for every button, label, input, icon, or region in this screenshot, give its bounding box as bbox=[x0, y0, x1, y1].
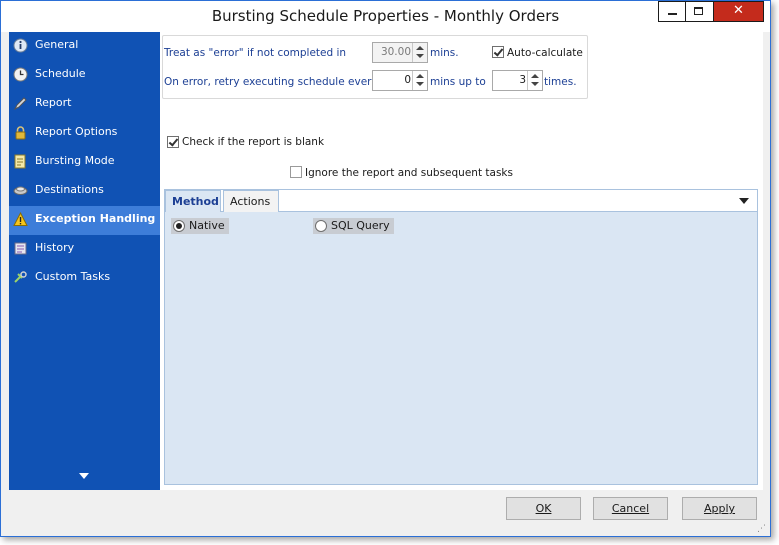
ok-button[interactable]: OK bbox=[506, 497, 581, 520]
sidebar-item-label: Report Options bbox=[35, 125, 118, 138]
arrow-down-icon bbox=[416, 82, 424, 86]
blank-check-label: Check if the report is blank bbox=[182, 136, 325, 148]
native-radio[interactable] bbox=[173, 220, 185, 232]
arrow-up-icon bbox=[416, 74, 424, 78]
auto-calculate-checkbox[interactable] bbox=[492, 46, 504, 58]
ignore-report-checkbox[interactable] bbox=[290, 166, 302, 178]
timeout-stepper[interactable]: 30.00 bbox=[372, 42, 428, 63]
sidebar-item-label: Report bbox=[35, 96, 72, 109]
arrow-down-icon bbox=[416, 54, 424, 58]
button-bar: OK Cancel Apply ⋰ bbox=[1, 490, 770, 536]
stepper-arrows[interactable] bbox=[527, 71, 542, 90]
timeout-value: 30.00 bbox=[380, 46, 411, 58]
retry-unit: mins up to bbox=[430, 76, 486, 88]
auto-calculate-label: Auto-calculate bbox=[507, 47, 583, 59]
sidebar-item-bursting-mode[interactable]: Bursting Mode bbox=[9, 148, 160, 177]
close-button[interactable]: ✕ bbox=[714, 1, 764, 22]
cancel-button[interactable]: Cancel bbox=[593, 497, 668, 520]
retry-interval-stepper[interactable]: 0 bbox=[372, 70, 428, 91]
sidebar-item-history[interactable]: History bbox=[9, 235, 160, 264]
arrow-up-icon bbox=[416, 46, 424, 50]
retry-interval-value: 0 bbox=[404, 74, 411, 86]
sidebar-item-general[interactable]: General bbox=[9, 32, 160, 61]
scroll-down-icon[interactable] bbox=[79, 473, 89, 479]
tab-panel: Method Actions Native SQL Query bbox=[164, 189, 758, 485]
tab-actions[interactable]: Actions bbox=[223, 190, 279, 212]
sidebar-item-label: Schedule bbox=[35, 67, 86, 80]
clock-icon bbox=[13, 67, 28, 82]
warning-icon bbox=[13, 212, 28, 226]
title-bar: Bursting Schedule Properties - Monthly O… bbox=[1, 1, 770, 32]
sidebar-item-label: Bursting Mode bbox=[35, 154, 115, 167]
minimize-button[interactable] bbox=[658, 1, 686, 22]
resize-grip-icon[interactable]: ⋰ bbox=[757, 524, 766, 534]
info-icon bbox=[13, 38, 28, 53]
exception-handling-panel: Treat as "error" if not completed in 30.… bbox=[160, 32, 763, 490]
maximize-button[interactable] bbox=[686, 1, 714, 22]
dropdown-arrow-icon[interactable] bbox=[739, 198, 749, 204]
maximize-icon bbox=[694, 7, 703, 15]
arrow-up-icon bbox=[531, 74, 539, 78]
timeout-label: Treat as "error" if not completed in bbox=[164, 47, 347, 59]
retry-times-stepper[interactable]: 3 bbox=[492, 70, 543, 91]
sidebar-item-label: Destinations bbox=[35, 183, 104, 196]
lock-icon bbox=[15, 126, 26, 140]
sidebar-item-report-options[interactable]: Report Options bbox=[9, 119, 160, 148]
arrow-down-icon bbox=[531, 82, 539, 86]
retry-times-value: 3 bbox=[519, 74, 526, 86]
sidebar-item-schedule[interactable]: Schedule bbox=[9, 61, 160, 90]
sidebar-item-label: General bbox=[35, 38, 79, 51]
native-label: Native bbox=[189, 219, 225, 232]
bursting-icon bbox=[14, 154, 26, 169]
stepper-arrows[interactable] bbox=[412, 71, 427, 90]
sidebar-item-destinations[interactable]: Destinations bbox=[9, 177, 160, 206]
timeout-unit: mins. bbox=[430, 47, 459, 59]
ignore-report-label: Ignore the report and subsequent tasks bbox=[305, 167, 513, 179]
retry-label: On error, retry executing schedule every bbox=[164, 76, 378, 88]
dialog-window: Bursting Schedule Properties - Monthly O… bbox=[0, 0, 771, 537]
sidebar-item-report[interactable]: Report bbox=[9, 90, 160, 119]
minimize-icon bbox=[668, 13, 677, 15]
window-title: Bursting Schedule Properties - Monthly O… bbox=[211, 7, 560, 25]
sidebar-item-label: Exception Handling bbox=[35, 212, 156, 225]
sql-query-radio[interactable] bbox=[315, 220, 327, 232]
stepper-arrows[interactable] bbox=[412, 43, 427, 62]
sidebar-item-custom-tasks[interactable]: Custom Tasks bbox=[9, 264, 160, 293]
retry-times-unit: times. bbox=[544, 76, 577, 88]
tab-method[interactable]: Method bbox=[165, 190, 221, 212]
tab-strip: Method Actions bbox=[165, 190, 757, 212]
sidebar-item-label: History bbox=[35, 241, 75, 254]
pen-icon bbox=[13, 97, 27, 111]
sidebar: General Schedule Report Report Options B… bbox=[9, 32, 160, 490]
sidebar-item-label: Custom Tasks bbox=[35, 270, 111, 283]
native-option[interactable]: Native bbox=[171, 218, 229, 234]
custom-tasks-icon bbox=[14, 271, 27, 283]
radio-dot bbox=[176, 223, 182, 229]
history-icon bbox=[14, 242, 27, 255]
checkmark-icon bbox=[493, 46, 504, 57]
sql-query-option[interactable]: SQL Query bbox=[313, 218, 394, 234]
sql-query-label: SQL Query bbox=[331, 219, 390, 232]
blank-check-checkbox[interactable] bbox=[167, 136, 179, 148]
destinations-icon bbox=[13, 186, 28, 195]
checkmark-icon bbox=[168, 136, 179, 147]
close-icon: ✕ bbox=[733, 3, 744, 18]
sidebar-item-exception-handling[interactable]: Exception Handling bbox=[9, 206, 160, 235]
apply-button[interactable]: Apply bbox=[682, 497, 757, 520]
